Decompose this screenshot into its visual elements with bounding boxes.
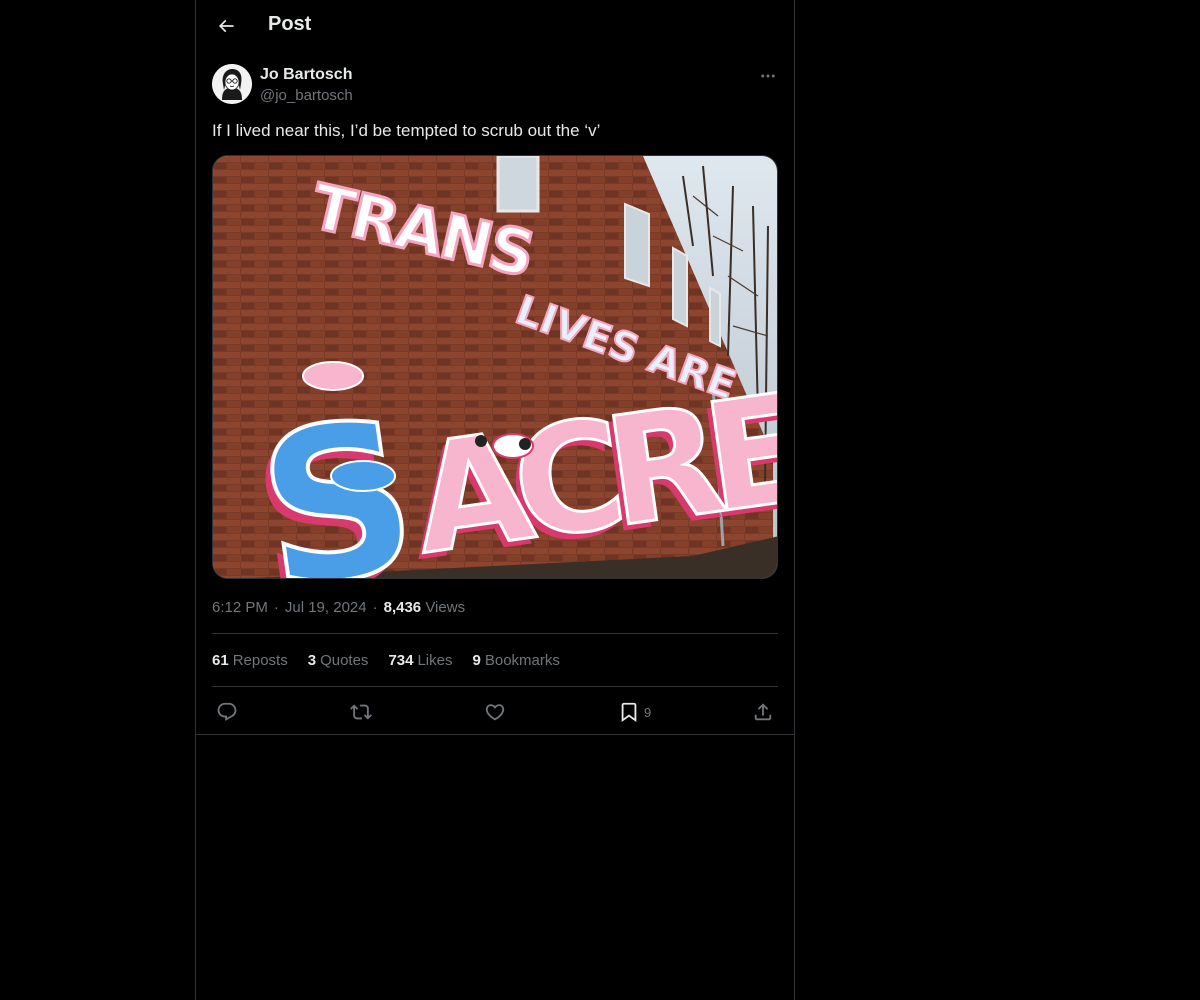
quotes-label: Quotes	[320, 652, 369, 669]
bookmark-button[interactable]: 9	[618, 698, 651, 726]
bookmarks-stat[interactable]: 9 Bookmarks	[473, 652, 560, 669]
repost-icon	[350, 704, 372, 720]
engagement-stats: 61 Reposts 3 Quotes 734 Likes 9 Bookmarks	[212, 652, 560, 669]
quotes-count: 3	[307, 652, 317, 669]
divider	[212, 686, 778, 687]
reposts-stat[interactable]: 61 Reposts	[212, 652, 288, 669]
more-options-button[interactable]	[754, 64, 782, 88]
divider	[196, 734, 794, 735]
share-button[interactable]	[752, 698, 774, 726]
reply-button[interactable]	[216, 698, 238, 726]
arrow-left-icon	[218, 19, 234, 33]
reply-icon	[217, 702, 237, 721]
views-label: Views	[425, 599, 466, 616]
timeline-column: Post Jo Bartosch @jo_bartosch If I lived…	[195, 0, 795, 1000]
views-count: 8,436	[383, 599, 422, 616]
post-text: If I lived near this, I’d be tempted to …	[212, 121, 601, 140]
bookmarks-label: Bookmarks	[484, 652, 560, 669]
bookmarks-count: 9	[472, 652, 481, 669]
likes-label: Likes	[417, 652, 453, 669]
reposts-count: 61	[212, 652, 229, 669]
post-image[interactable]: TRANS LIVES ARE S S ACRED ACRED	[212, 155, 778, 579]
back-button[interactable]	[208, 8, 244, 44]
author-handle[interactable]: @jo_bartosch	[260, 87, 353, 104]
reposts-label: Reposts	[232, 652, 288, 669]
likes-count: 734	[388, 652, 414, 669]
share-icon	[754, 703, 772, 721]
post-header: Post	[196, 0, 794, 53]
heart-icon	[485, 704, 505, 721]
page-title: Post	[268, 13, 312, 35]
likes-stat[interactable]: 734 Likes	[388, 652, 452, 669]
avatar[interactable]	[212, 64, 252, 104]
quotes-stat[interactable]: 3 Quotes	[308, 652, 369, 669]
divider	[212, 633, 778, 634]
author-name[interactable]: Jo Bartosch	[260, 66, 352, 84]
post-time[interactable]: 6:12 PM	[212, 599, 268, 616]
bookmark-count: 9	[644, 704, 652, 720]
repost-button[interactable]	[350, 698, 372, 726]
post-meta: 6:12 PM · Jul 19, 2024 · 8,436 Views	[212, 599, 466, 616]
ellipsis-icon	[761, 74, 775, 78]
bookmark-icon	[621, 702, 637, 723]
action-bar: 9	[212, 698, 778, 726]
like-button[interactable]	[484, 698, 506, 726]
post-date[interactable]: Jul 19, 2024	[285, 599, 367, 616]
